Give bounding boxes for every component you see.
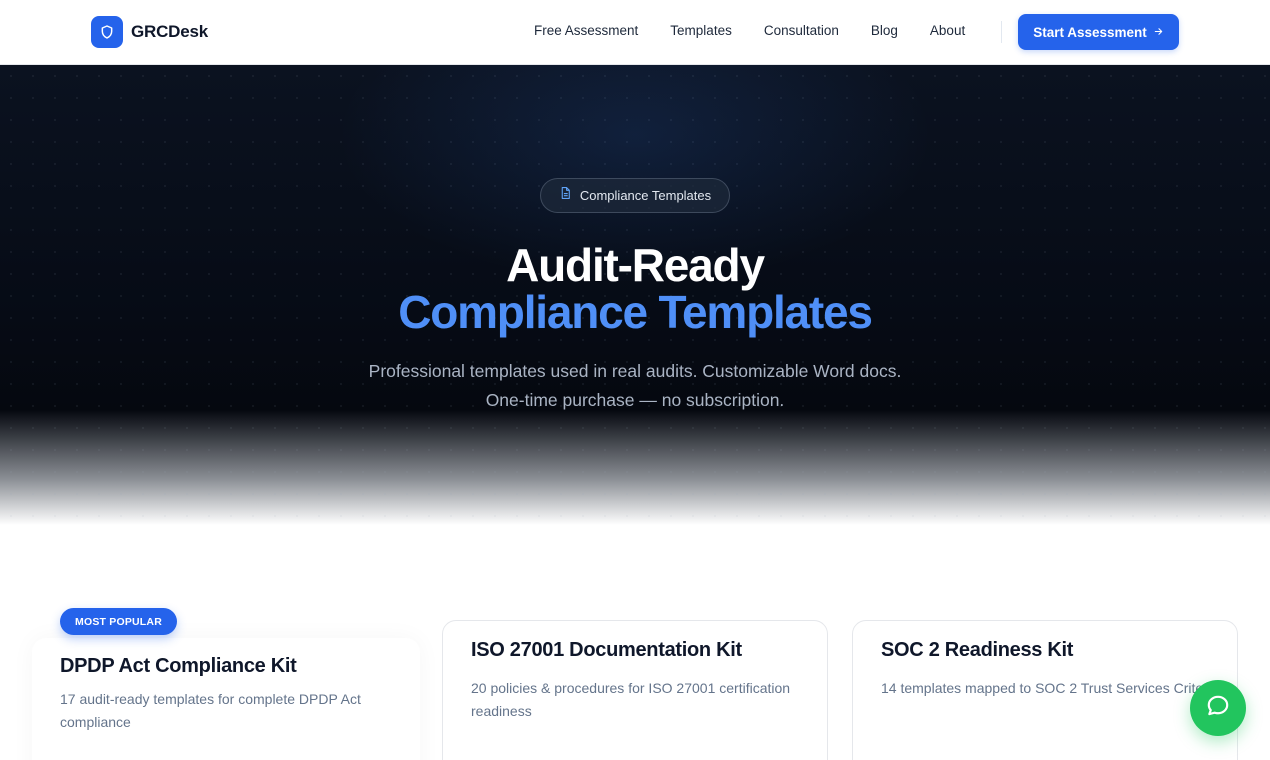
brand[interactable]: GRCDesk: [91, 16, 208, 48]
card-description: 14 templates mapped to SOC 2 Trust Servi…: [881, 680, 1219, 696]
nav-link-templates[interactable]: Templates: [670, 23, 732, 38]
card-title: DPDP Act Compliance Kit: [60, 655, 297, 677]
nav-link-blog[interactable]: Blog: [871, 23, 898, 38]
card-title: SOC 2 Readiness Kit: [881, 639, 1074, 661]
product-card-dpdp[interactable]: DPDP Act Compliance Kit 17 audit-ready t…: [32, 638, 420, 760]
card-description: 17 audit-ready templates for complete DP…: [60, 691, 361, 730]
hero-subtitle: Professional templates used in real audi…: [0, 357, 1270, 415]
card-title: ISO 27001 Documentation Kit: [471, 639, 742, 661]
top-navbar: GRCDesk Free Assessment Templates Consul…: [0, 0, 1270, 65]
start-assessment-button[interactable]: Start Assessment: [1018, 14, 1179, 50]
nav-link-consultation[interactable]: Consultation: [764, 23, 839, 38]
product-card-iso27001[interactable]: ISO 27001 Documentation Kit 20 policies …: [442, 620, 828, 760]
start-assessment-label: Start Assessment: [1033, 24, 1147, 40]
brand-name: GRCDesk: [131, 22, 209, 41]
nav-links: Free Assessment Templates Consultation B…: [534, 23, 965, 38]
category-pill-label: Compliance Templates: [579, 188, 712, 203]
hero-title-line1: Audit-Ready: [506, 239, 765, 291]
nav-link-free-assessment[interactable]: Free Assessment: [534, 23, 638, 38]
hero-section: Compliance Templates Audit-Ready Complia…: [0, 65, 1270, 525]
category-pill: Compliance Templates: [540, 178, 730, 213]
arrow-right-icon: [1153, 25, 1164, 40]
nav-divider: [1001, 21, 1002, 43]
hero-subtitle-line2: One-time purchase — no subscription.: [485, 390, 785, 410]
nav-link-about[interactable]: About: [930, 23, 965, 38]
chat-button[interactable]: [1190, 680, 1246, 736]
chat-bubble-icon: [1205, 693, 1231, 724]
document-icon: [559, 186, 572, 205]
hero-title-line2: Compliance Templates: [398, 286, 873, 338]
card-description: 20 policies & procedures for ISO 27001 c…: [471, 680, 791, 719]
hero-subtitle-line1: Professional templates used in real audi…: [368, 361, 902, 381]
product-card-soc2[interactable]: SOC 2 Readiness Kit 14 templates mapped …: [852, 620, 1238, 760]
most-popular-badge: MOST POPULAR: [60, 608, 177, 635]
shield-icon: [91, 16, 123, 48]
